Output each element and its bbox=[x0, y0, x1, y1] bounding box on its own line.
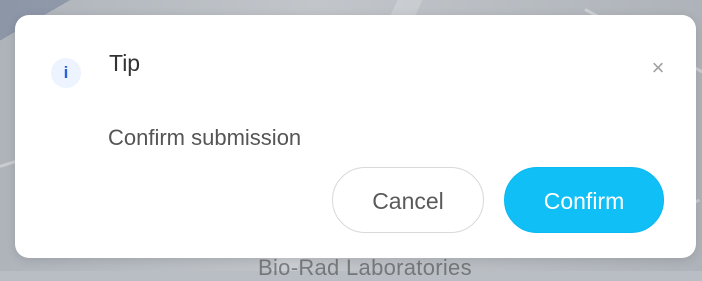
dialog-title: Tip bbox=[109, 50, 141, 76]
cancel-button[interactable]: Cancel bbox=[332, 167, 484, 233]
info-icon: i bbox=[51, 58, 81, 88]
map-place-label: Bio-Rad Laboratories bbox=[258, 255, 472, 280]
dialog-message: Confirm submission bbox=[108, 125, 302, 150]
confirmation-dialog: i Tip × Confirm submission Cancel Confir… bbox=[15, 15, 696, 258]
close-icon[interactable]: × bbox=[648, 57, 668, 79]
confirm-button[interactable]: Confirm bbox=[504, 167, 664, 233]
